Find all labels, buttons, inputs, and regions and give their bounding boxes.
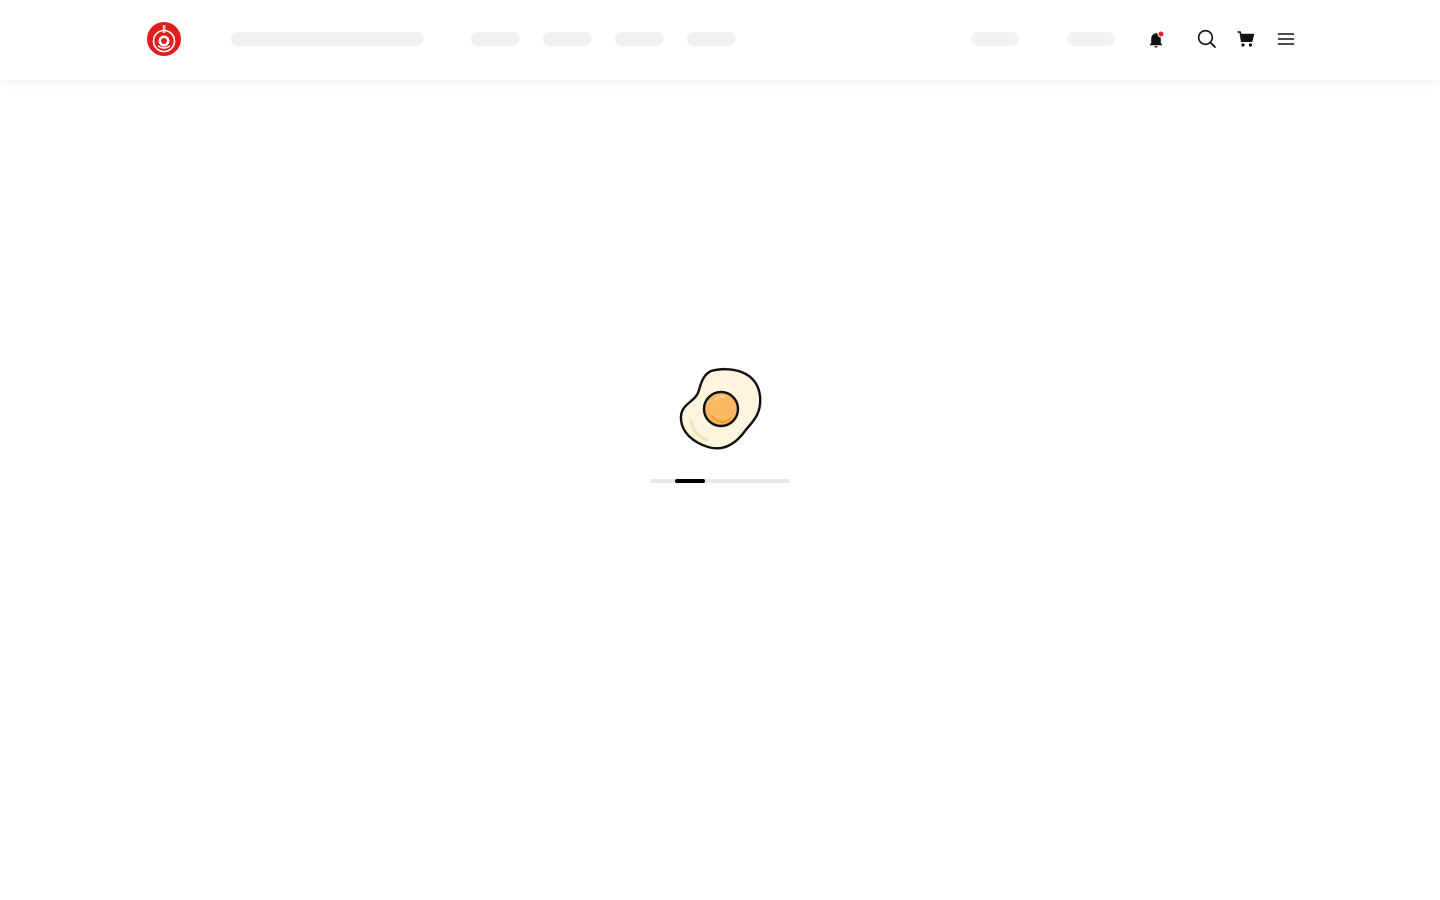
nav-link-placeholder bbox=[687, 32, 735, 46]
page-loading-overlay bbox=[0, 0, 1440, 900]
hamburger-menu-icon[interactable] bbox=[1277, 30, 1295, 48]
search-icon[interactable] bbox=[1196, 28, 1218, 50]
account-link-placeholder bbox=[971, 32, 1019, 46]
site-title-placeholder bbox=[231, 32, 423, 46]
nav-link-placeholder bbox=[543, 32, 591, 46]
cart-icon[interactable] bbox=[1236, 29, 1256, 49]
restaurant-logo-icon[interactable] bbox=[147, 22, 181, 56]
account-link-placeholder bbox=[1067, 32, 1115, 46]
bell-icon[interactable] bbox=[1146, 29, 1168, 51]
loading-progress-indicator bbox=[675, 479, 705, 483]
top-navigation-bar bbox=[0, 0, 1440, 80]
loading-progress-bar bbox=[650, 479, 790, 483]
nav-link-placeholder bbox=[615, 32, 663, 46]
nav-link-placeholder bbox=[471, 32, 519, 46]
fried-egg-icon bbox=[679, 367, 762, 450]
